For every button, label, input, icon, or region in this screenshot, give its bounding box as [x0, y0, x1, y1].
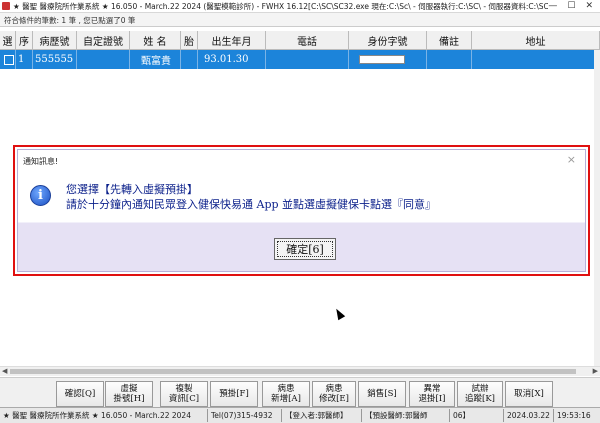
col-header-custom-id[interactable]: 自定證號: [77, 31, 130, 49]
horizontal-scrollbar[interactable]: ◀ ▶: [0, 366, 600, 376]
status-doctor: 【預設醫師:郭醫師: [362, 409, 450, 422]
cell-id-number: [349, 50, 427, 69]
notification-dialog: 通知訊息! × i 您選擇【先轉入虛擬預掛】 請於十分鐘內通知民眾登入健保快易通…: [17, 149, 586, 272]
col-header-seq[interactable]: 序: [16, 31, 33, 49]
row-checkbox[interactable]: [3, 54, 14, 65]
grid-header-row: 選 序 病歷號 自定證號 姓 名 胎 出生年月 電話 身份字號 備註 地址: [0, 31, 600, 50]
status-time: 19:53:16: [557, 411, 591, 420]
dialog-close-icon[interactable]: ×: [567, 153, 576, 166]
edit-patient-button[interactable]: 病患 修改[E]: [312, 381, 356, 407]
window-title: ★ 醫聖 醫療院所作業系統 ★ 16.050 - March.22 2024 (…: [13, 1, 549, 11]
cell-name: 甄富貴: [130, 50, 181, 69]
status-bar: ★ 醫聖 醫療院所作業系統 ★ 16.050 - March.22 2024 T…: [0, 407, 600, 423]
status-doctor-num: 06】: [450, 409, 504, 422]
copy-info-button[interactable]: 複製 資訊[C]: [160, 381, 208, 407]
pre-register-button[interactable]: 預掛[F]: [210, 381, 258, 407]
trial-tracking-button[interactable]: 試辦 追蹤[K]: [457, 381, 503, 407]
cell-address: [472, 50, 600, 69]
record-count-info: 符合條件的筆數: 1 筆 , 您已點選了0 筆: [0, 13, 600, 27]
status-app: ★ 醫聖 醫療院所作業系統 ★ 16.050 - March.22 2024: [0, 409, 208, 422]
dialog-message-line2: 請於十分鐘內通知民眾登入健保快易通 App 並點選虛擬健保卡點選『同意』: [66, 198, 437, 211]
status-date: 2024.03.22: [504, 409, 554, 422]
scroll-left-arrow-icon[interactable]: ◀: [2, 367, 7, 375]
close-button[interactable]: ✕: [585, 1, 593, 11]
ok-button[interactable]: 確定[6]: [274, 238, 336, 260]
col-header-note[interactable]: 備註: [427, 31, 472, 49]
col-header-address[interactable]: 地址: [472, 31, 600, 49]
confirm-button[interactable]: 確認[Q]: [56, 381, 104, 407]
minimize-button[interactable]: —: [548, 1, 557, 11]
title-bar: ★ 醫聖 醫療院所作業系統 ★ 16.050 - March.22 2024 (…: [0, 0, 600, 13]
col-header-fetus[interactable]: 胎: [181, 31, 198, 49]
status-login: 【登入者:郭醫師】: [282, 409, 362, 422]
col-header-phone[interactable]: 電話: [266, 31, 349, 49]
info-icon: i: [30, 185, 51, 206]
col-header-birth[interactable]: 出生年月: [198, 31, 266, 49]
abnormal-cancel-button[interactable]: 異常 退掛[I]: [409, 381, 455, 407]
status-tel: Tel(07)315-4932: [208, 409, 282, 422]
dialog-message: 您選擇【先轉入虛擬預掛】 請於十分鐘內通知民眾登入健保快易通 App 並點選虛擬…: [66, 182, 436, 212]
dialog-message-line1: 您選擇【先轉入虛擬預掛】: [66, 183, 198, 196]
cancel-button[interactable]: 取消[X]: [505, 381, 553, 407]
maximize-button[interactable]: ☐: [567, 1, 575, 11]
mouse-cursor-icon: [332, 306, 346, 321]
cell-custom-id: [77, 50, 130, 69]
cell-fetus: [181, 50, 198, 69]
virtual-registration-button[interactable]: 虛擬 掛號[H]: [105, 381, 153, 407]
vertical-scrollbar[interactable]: [594, 50, 600, 366]
col-header-id-number[interactable]: 身份字號: [349, 31, 427, 49]
sales-button[interactable]: 銷售[S]: [358, 381, 406, 407]
col-header-name[interactable]: 姓 名: [130, 31, 181, 49]
bottom-toolbar: 確認[Q] 虛擬 掛號[H] 複製 資訊[C] 預掛[F] 病患 新增[A] 病…: [0, 377, 600, 407]
cell-note: [427, 50, 472, 69]
new-patient-button[interactable]: 病患 新增[A]: [262, 381, 310, 407]
scroll-right-arrow-icon[interactable]: ▶: [593, 367, 598, 375]
id-number-field[interactable]: [359, 55, 405, 64]
col-header-chart-no[interactable]: 病歷號: [33, 31, 77, 49]
cell-seq: 1: [16, 50, 33, 69]
scrollbar-thumb[interactable]: [10, 369, 576, 374]
cell-chart-no: 555555: [33, 50, 77, 69]
col-header-select[interactable]: 選: [0, 31, 16, 49]
app-icon: [2, 2, 10, 10]
table-row[interactable]: 1 555555 甄富貴 93.01.30: [0, 50, 600, 69]
cell-birth: 93.01.30: [198, 50, 266, 69]
row-checkbox-cell[interactable]: [0, 50, 16, 69]
dialog-title: 通知訊息!: [23, 157, 59, 166]
patient-grid: 選 序 病歷號 自定證號 姓 名 胎 出生年月 電話 身份字號 備註 地址 1 …: [0, 31, 600, 69]
cell-phone: [266, 50, 349, 69]
